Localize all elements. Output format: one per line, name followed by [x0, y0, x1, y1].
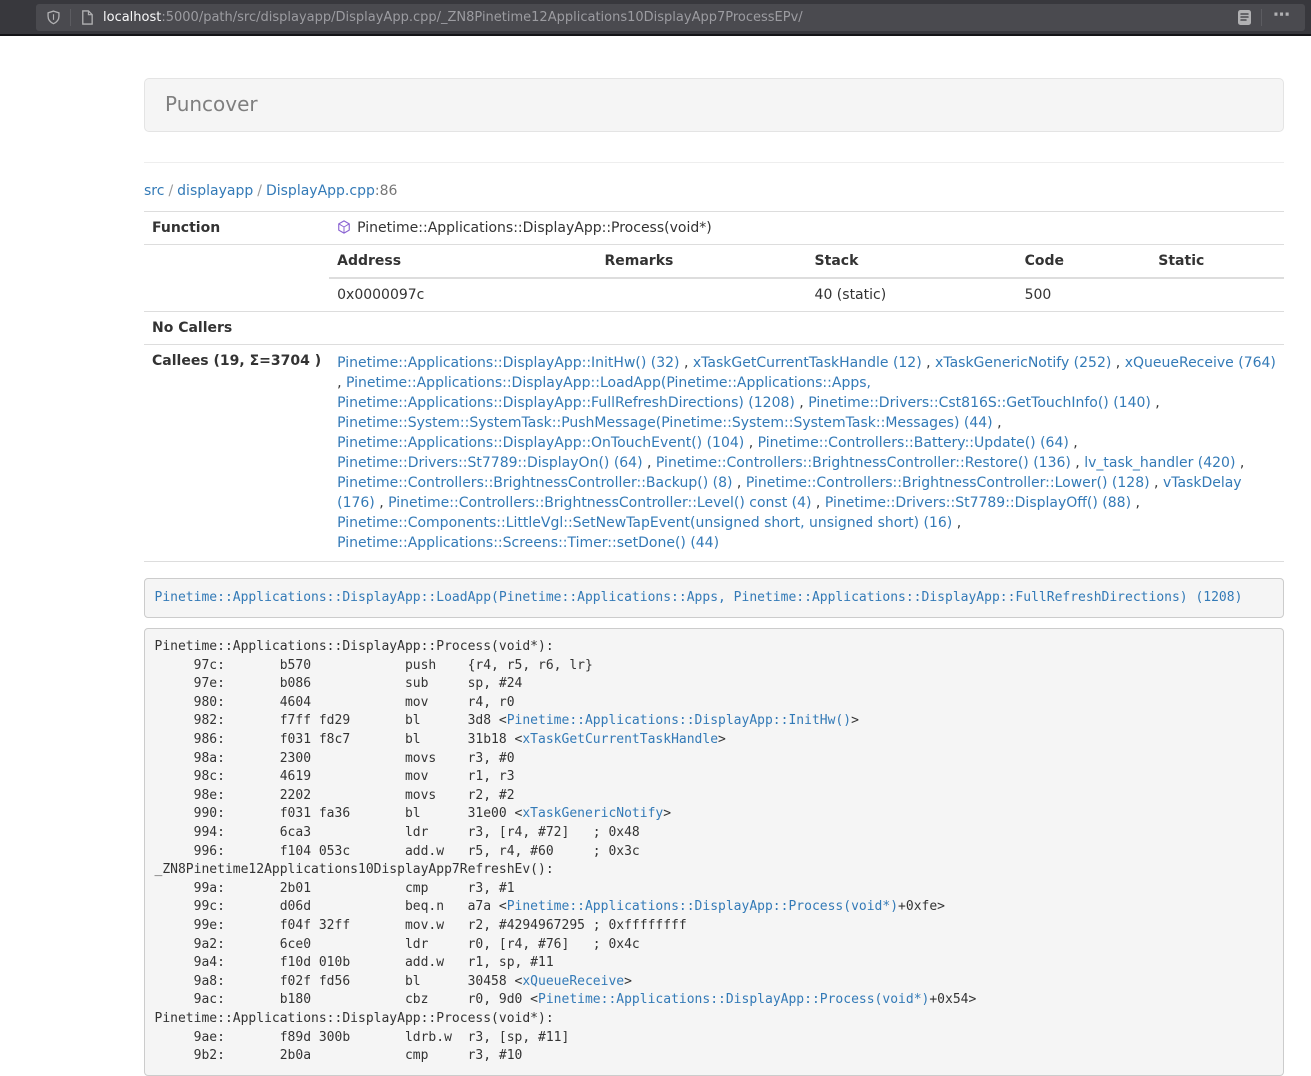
breadcrumb-separator: /	[253, 183, 266, 199]
stats-column-header: Address	[329, 245, 596, 278]
breadcrumb: src/displayapp/DisplayApp.cpp:86	[144, 183, 1284, 199]
stats-column-header: Code	[1017, 245, 1151, 278]
symbol-table: Function Pinetime::Applications::Display…	[144, 211, 1284, 562]
callee-link[interactable]: xTaskGenericNotify (252)	[935, 355, 1111, 371]
browser-toolbar: localhost:5000/path/src/displayapp/Displ…	[0, 0, 1311, 36]
stats-column-header: Stack	[807, 245, 1017, 278]
callee-link[interactable]: Pinetime::System::SystemTask::PushMessag…	[337, 415, 993, 431]
stats-column-header: Static	[1150, 245, 1284, 278]
toolbar-separator	[1261, 9, 1262, 26]
page-info-icon[interactable]	[80, 10, 94, 25]
asm-symbol-link[interactable]: Pinetime::Applications::DisplayApp::Init…	[507, 713, 851, 728]
callee-link[interactable]: Pinetime::Controllers::BrightnessControl…	[388, 495, 811, 511]
table-row: Function Pinetime::Applications::Display…	[144, 212, 1284, 245]
callee-separator: ,	[680, 355, 693, 371]
callee-separator: ,	[795, 395, 808, 411]
loadapp-highlight-box: Pinetime::Applications::DisplayApp::Load…	[144, 578, 1284, 618]
callee-separator: ,	[1150, 475, 1163, 491]
callee-link[interactable]: Pinetime::Drivers::St7789::DisplayOn() (…	[337, 455, 642, 471]
table-row: No Callers	[144, 312, 1284, 345]
stats-header-row: AddressRemarksStackCodeStatic	[329, 245, 1284, 278]
app-header: Puncover	[144, 78, 1284, 132]
stats-value	[1150, 278, 1284, 311]
disassembly-box: Pinetime::Applications::DisplayApp::Proc…	[144, 628, 1284, 1076]
callee-link[interactable]: xQueueReceive (764)	[1125, 355, 1276, 371]
callee-link[interactable]: Pinetime::Controllers::BrightnessControl…	[746, 475, 1150, 491]
callee-link[interactable]: Pinetime::Components::LittleVgl::SetNewT…	[337, 515, 952, 531]
callee-separator: ,	[1111, 355, 1124, 371]
asm-symbol-link[interactable]: Pinetime::Applications::DisplayApp::Proc…	[538, 992, 929, 1007]
function-name: Pinetime::Applications::DisplayApp::Proc…	[357, 220, 712, 236]
page-container: Puncover src/displayapp/DisplayApp.cpp:8…	[144, 36, 1284, 1076]
package-cube-icon	[337, 220, 351, 234]
reader-mode-icon[interactable]	[1237, 9, 1252, 26]
function-name-cell: Pinetime::Applications::DisplayApp::Proc…	[329, 212, 1284, 245]
callee-separator: ,	[993, 415, 1002, 431]
breadcrumb-link[interactable]: src	[144, 183, 164, 199]
callee-separator: ,	[1069, 435, 1078, 451]
callee-separator: ,	[811, 495, 824, 511]
stats-value: 500	[1017, 278, 1151, 311]
url-bar[interactable]: localhost:5000/path/src/displayapp/Displ…	[36, 4, 1305, 31]
callee-link[interactable]: Pinetime::Applications::DisplayApp::OnTo…	[337, 435, 744, 451]
stats-value: 40 (static)	[807, 278, 1017, 311]
url-path: :5000/path/src/displayapp/DisplayApp.cpp…	[161, 10, 802, 25]
loadapp-link[interactable]: Pinetime::Applications::DisplayApp::Load…	[155, 590, 1243, 605]
shield-icon[interactable]	[46, 10, 61, 25]
app-title: Puncover	[165, 92, 258, 116]
function-label: Function	[144, 212, 329, 245]
callee-link[interactable]: Pinetime::Controllers::Battery::Update()…	[758, 435, 1069, 451]
stats-value	[596, 278, 806, 311]
callee-separator: ,	[744, 435, 757, 451]
callee-separator: ,	[732, 475, 745, 491]
callee-separator: ,	[1235, 455, 1244, 471]
callee-link[interactable]: Pinetime::Applications::DisplayApp::Init…	[337, 355, 679, 371]
asm-symbol-link[interactable]: xQueueReceive	[522, 974, 624, 989]
callee-separator: ,	[1131, 495, 1140, 511]
stats-column-header: Remarks	[596, 245, 806, 278]
callee-link[interactable]: Pinetime::Drivers::St7789::DisplayOff() …	[825, 495, 1131, 511]
callee-link[interactable]: Pinetime::Applications::Screens::Timer::…	[337, 535, 719, 551]
callee-link[interactable]: lv_task_handler (420)	[1084, 455, 1235, 471]
no-callers-label: No Callers	[144, 312, 329, 345]
callee-link[interactable]: Pinetime::Applications::DisplayApp::Load…	[337, 375, 871, 411]
asm-symbol-link[interactable]: Pinetime::Applications::DisplayApp::Proc…	[507, 899, 898, 914]
callee-separator: ,	[952, 515, 961, 531]
divider	[144, 162, 1284, 163]
stats-table: AddressRemarksStackCodeStatic 0x0000097c…	[329, 245, 1284, 311]
callee-link[interactable]: Pinetime::Drivers::Cst816S::GetTouchInfo…	[808, 395, 1151, 411]
callee-separator: ,	[1071, 455, 1084, 471]
breadcrumb-separator: /	[164, 183, 177, 199]
url-host: localhost	[103, 10, 161, 25]
callee-separator: ,	[643, 455, 656, 471]
callee-link[interactable]: Pinetime::Controllers::BrightnessControl…	[337, 475, 732, 491]
toolbar-separator	[70, 9, 71, 26]
table-row: AddressRemarksStackCodeStatic 0x0000097c…	[144, 245, 1284, 312]
breadcrumb-line-number: :86	[375, 183, 398, 199]
callee-separator: ,	[375, 495, 388, 511]
stats-value-row: 0x0000097c 40 (static)500	[329, 278, 1284, 311]
callees-label: Callees (19, Σ=3704 )	[144, 345, 329, 562]
stats-value: 0x0000097c	[329, 278, 596, 311]
page-actions-menu-icon[interactable]: ⋯	[1271, 5, 1295, 29]
empty-header-cell	[144, 245, 329, 312]
callees-cell: Pinetime::Applications::DisplayApp::Init…	[329, 345, 1284, 562]
callee-separator: ,	[922, 355, 935, 371]
callee-link[interactable]: Pinetime::Controllers::BrightnessControl…	[656, 455, 1071, 471]
breadcrumb-link[interactable]: DisplayApp.cpp	[266, 183, 375, 199]
breadcrumb-link[interactable]: displayapp	[177, 183, 253, 199]
callers-cell	[329, 312, 1284, 345]
asm-symbol-link[interactable]: xTaskGenericNotify	[522, 806, 663, 821]
callee-separator: ,	[1151, 395, 1160, 411]
table-row: Callees (19, Σ=3704 ) Pinetime::Applicat…	[144, 345, 1284, 562]
asm-symbol-link[interactable]: xTaskGetCurrentTaskHandle	[522, 732, 718, 747]
url-text: localhost:5000/path/src/displayapp/Displ…	[103, 10, 1237, 25]
callee-link[interactable]: xTaskGetCurrentTaskHandle (12)	[693, 355, 922, 371]
callee-separator: ,	[337, 375, 346, 391]
